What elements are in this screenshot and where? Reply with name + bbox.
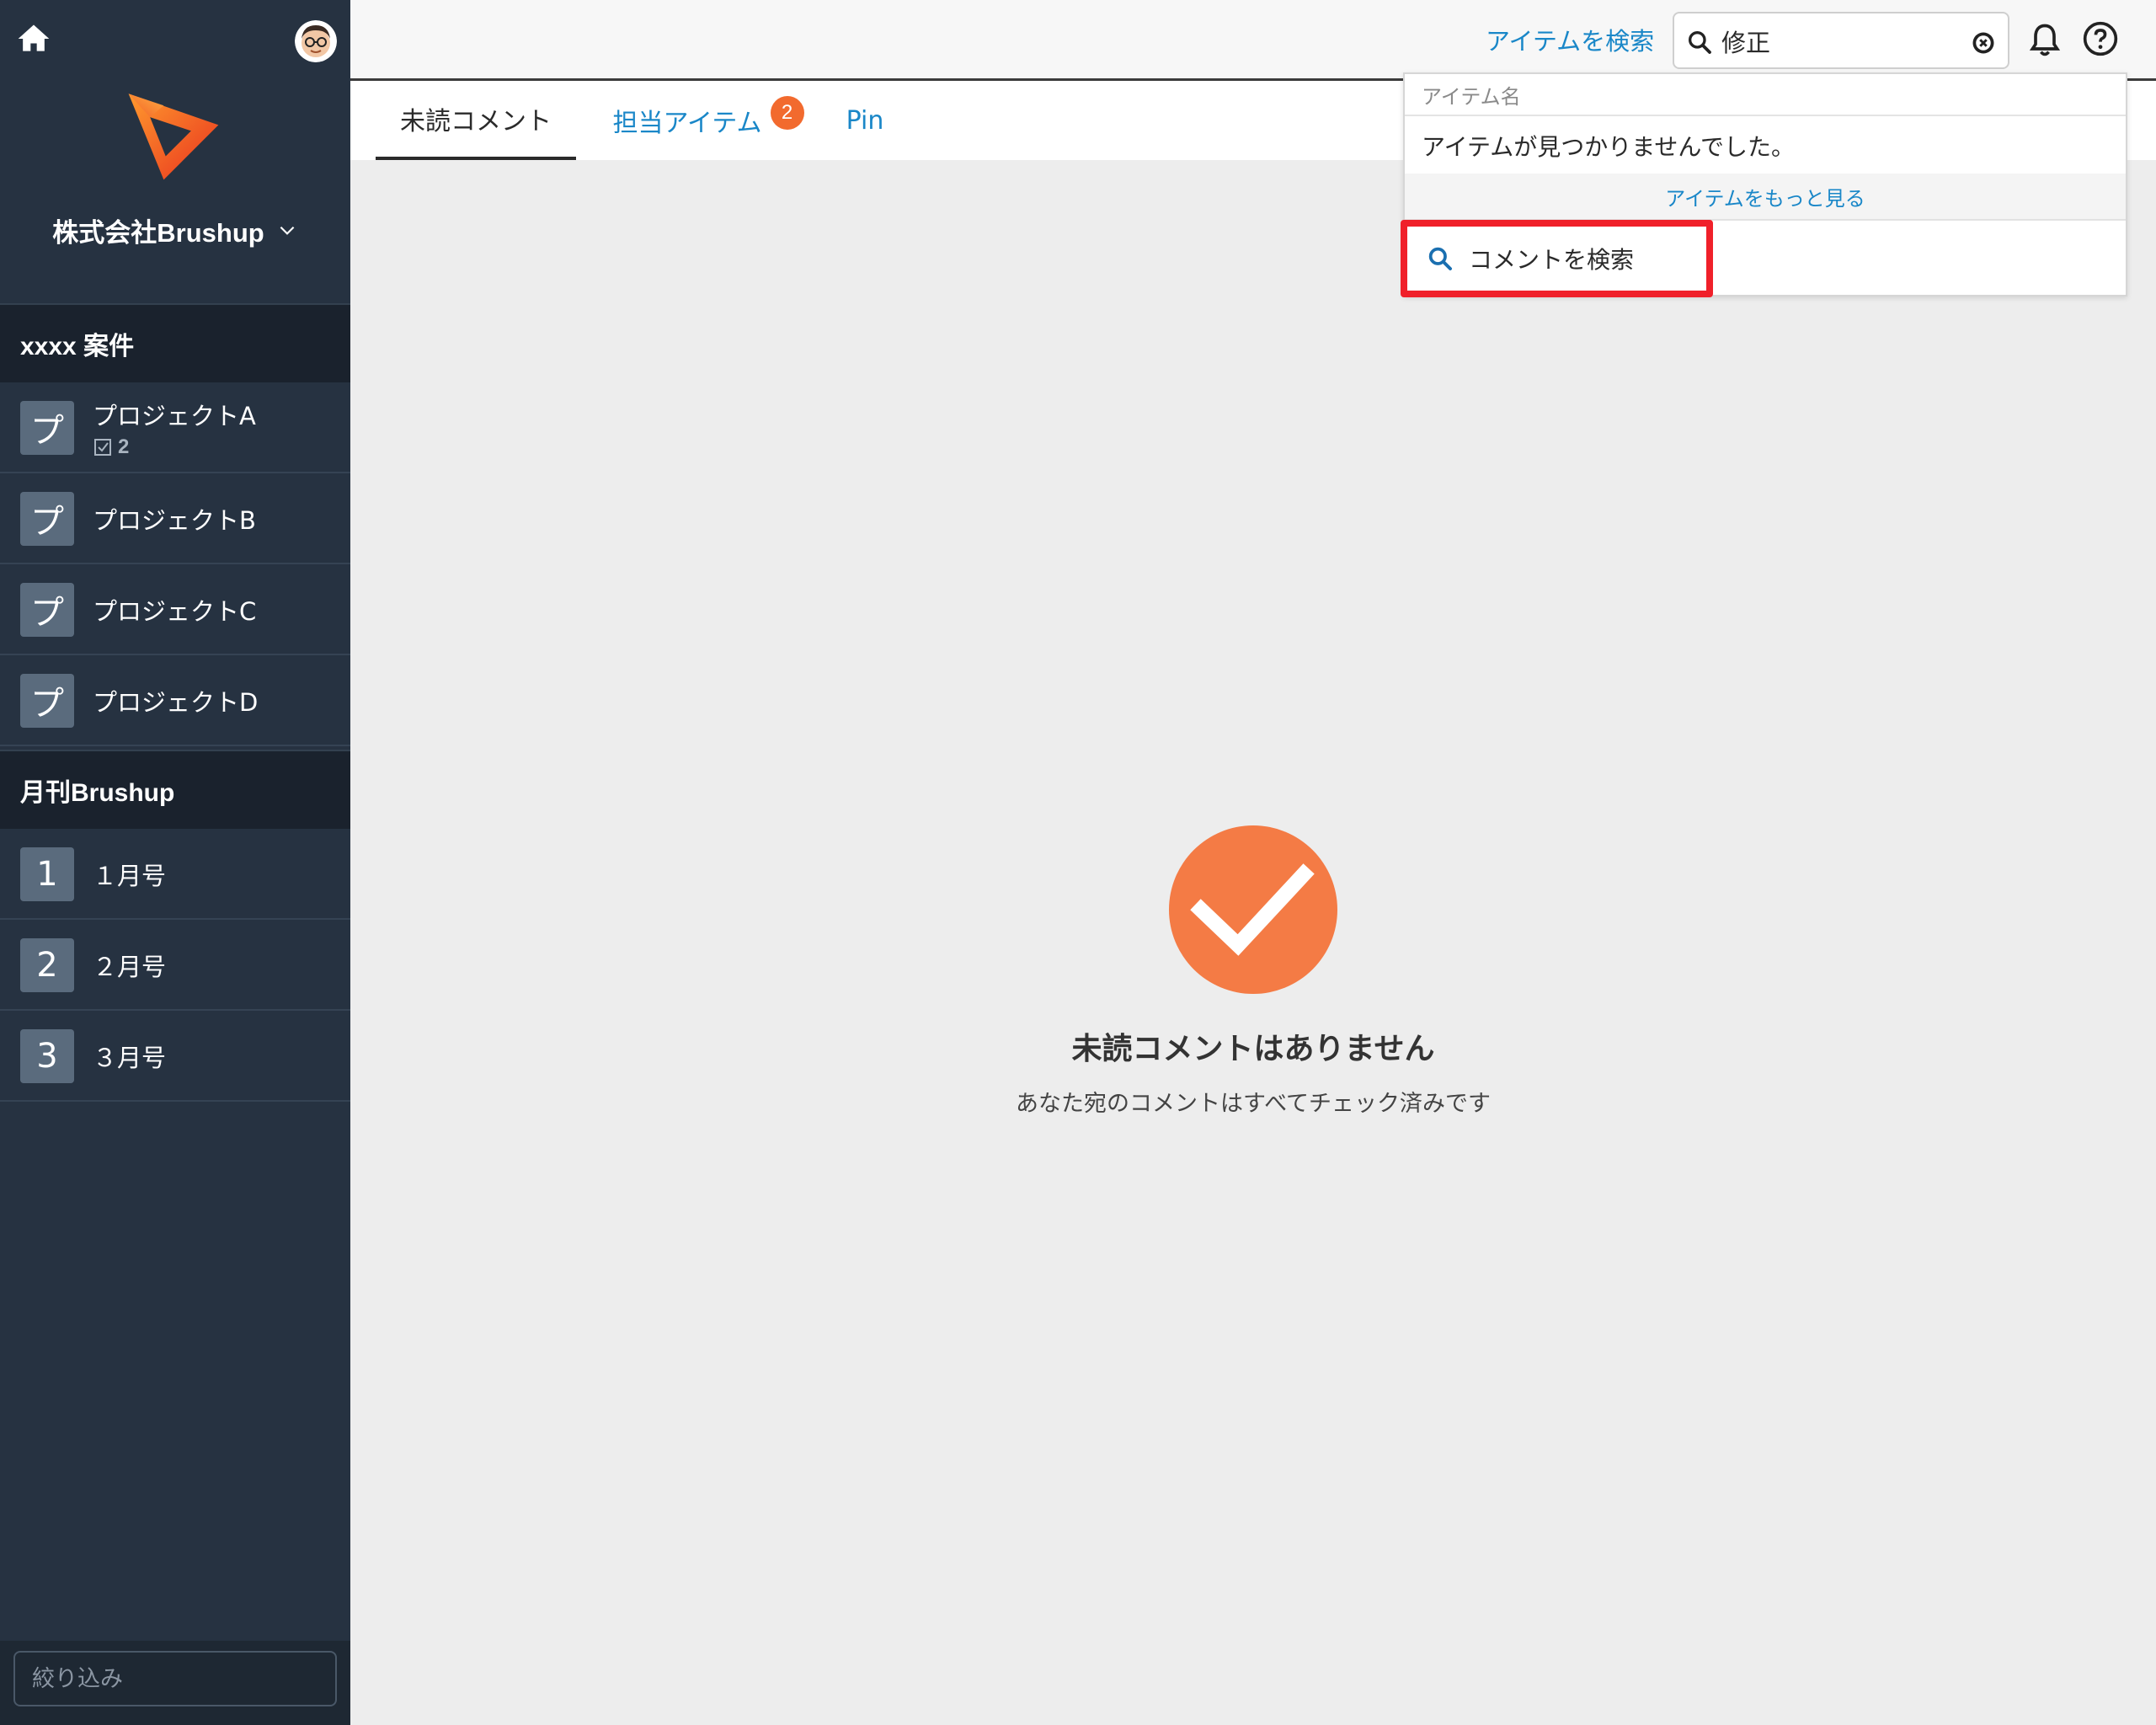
- tab-unread-comments[interactable]: 未読コメント: [376, 81, 576, 160]
- task-count-value: 2: [118, 435, 130, 458]
- search-box[interactable]: [1673, 12, 2009, 69]
- section-title: xxxx 案件: [20, 333, 135, 360]
- more-items-link[interactable]: アイテムをもっと見る: [1405, 174, 2126, 221]
- sidebar-item-project-a[interactable]: プ プロジェクトA 2: [0, 384, 350, 473]
- avatar[interactable]: [295, 20, 337, 62]
- tab-label: 担当アイテム: [612, 109, 762, 138]
- home-icon[interactable]: [15, 20, 52, 57]
- no-results-message: アイテムが見つかりませんでした。: [1422, 133, 1795, 161]
- check-icon: [1169, 825, 1337, 994]
- project-tile: 3: [20, 1029, 74, 1083]
- empty-title: 未読コメントはありません: [1071, 1032, 1435, 1066]
- project-tile: 2: [20, 938, 74, 992]
- sidebar: 株式会社Brushup xxxx 案件 プ プロジェクトA 2 プ プロジェクト…: [0, 0, 350, 1725]
- section-header: xxxx 案件: [0, 303, 350, 382]
- section-header: 月刊Brushup: [0, 750, 350, 829]
- tab-label: Pin: [846, 105, 884, 136]
- checkbox-icon: [94, 439, 111, 456]
- dropdown-section-label: アイテム名: [1405, 74, 2126, 116]
- search-input[interactable]: [1720, 20, 1959, 62]
- project-name: プロジェクトA: [93, 402, 256, 430]
- comment-search-option[interactable]: コメントを検索: [1410, 227, 1703, 290]
- project-name: ２月号: [93, 953, 167, 981]
- project-tile: プ: [20, 674, 74, 728]
- filter-input[interactable]: [13, 1651, 337, 1706]
- clear-icon[interactable]: [1971, 30, 1996, 56]
- sidebar-item-project-d[interactable]: プ プロジェクトD: [0, 657, 350, 746]
- search-dropdown: アイテム名 アイテムが見つかりませんでした。 アイテムをもっと見る コメントを検…: [1403, 72, 2127, 296]
- tab-label: 未読コメント: [400, 107, 552, 136]
- section-title: 月刊Brushup: [20, 779, 175, 807]
- project-name: ３月号: [93, 1044, 167, 1072]
- sidebar-item-project-b[interactable]: プ プロジェクトB: [0, 475, 350, 564]
- sidebar-item-issue-3[interactable]: 3 ３月号: [0, 1012, 350, 1102]
- project-tile: 1: [20, 847, 74, 901]
- sidebar-item-issue-2[interactable]: 2 ２月号: [0, 921, 350, 1011]
- filter-area: [0, 1641, 350, 1725]
- project-name: プロジェクトB: [93, 506, 256, 535]
- bell-icon[interactable]: [2026, 20, 2063, 59]
- tab-pin[interactable]: Pin: [835, 81, 894, 160]
- project-tile: プ: [20, 401, 74, 455]
- assigned-count-badge: 2: [770, 96, 804, 130]
- project-name: プロジェクトC: [93, 597, 257, 626]
- task-count: 2: [93, 435, 256, 459]
- project-name: １月号: [93, 862, 167, 890]
- sidebar-item-issue-1[interactable]: 1 １月号: [0, 830, 350, 920]
- comment-search-label: コメントを検索: [1469, 246, 1635, 274]
- sidebar-item-project-c[interactable]: プ プロジェクトC: [0, 566, 350, 655]
- brand-logo: [128, 93, 219, 180]
- chevron-down-icon: [280, 226, 295, 235]
- empty-state: 未読コメントはありません あなた宛のコメントはすべてチェック済みです: [350, 160, 2156, 1725]
- help-icon[interactable]: [2082, 20, 2119, 57]
- company-switcher[interactable]: 株式会社Brushup: [0, 209, 350, 251]
- search-icon: [1689, 31, 1711, 54]
- company-name: 株式会社Brushup: [52, 217, 264, 248]
- project-name: プロジェクトD: [93, 688, 259, 717]
- project-tile: プ: [20, 583, 74, 637]
- project-tile: プ: [20, 492, 74, 546]
- item-search-link[interactable]: アイテムを検索: [1486, 22, 1654, 57]
- empty-description: あなた宛のコメントはすべてチェック済みです: [1015, 1091, 1492, 1117]
- search-icon: [1428, 247, 1452, 270]
- tab-assigned-items[interactable]: 担当アイテム 2: [603, 81, 814, 160]
- top-bar: アイテムを検索: [350, 0, 2156, 81]
